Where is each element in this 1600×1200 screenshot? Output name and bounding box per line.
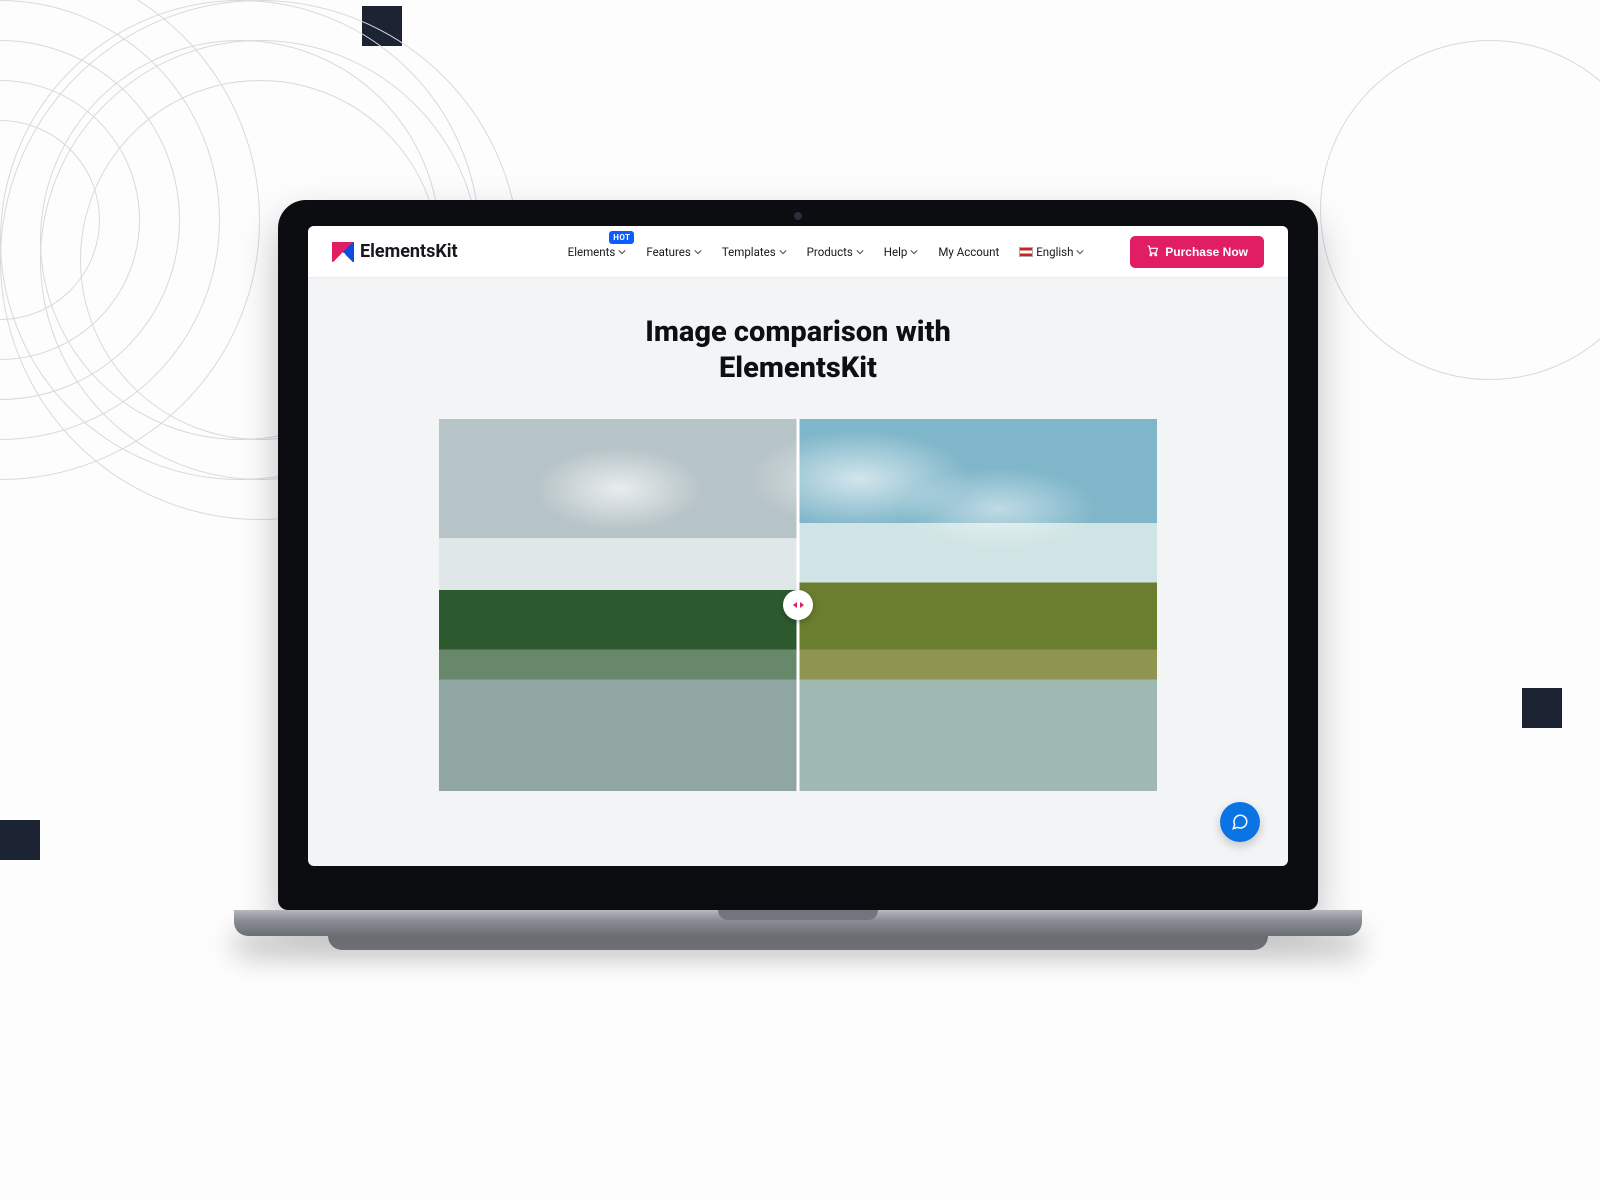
nav-elements[interactable]: Elements HOT (568, 245, 627, 259)
purchase-label: Purchase Now (1165, 245, 1248, 259)
nav-label: English (1036, 245, 1073, 259)
nav-features[interactable]: Features (646, 245, 702, 259)
chevron-down-icon (1076, 248, 1084, 256)
page-title: Image comparison with ElementsKit (645, 314, 951, 387)
main-nav: Elements HOT Features Templates Products (568, 245, 1111, 259)
nav-label: Elements (568, 245, 616, 259)
arrow-left-icon (793, 602, 797, 608)
chat-fab[interactable] (1220, 802, 1260, 842)
nav-label: Features (646, 245, 691, 259)
cart-icon (1146, 244, 1159, 260)
nav-language[interactable]: English (1019, 245, 1084, 259)
laptop-camera (794, 212, 802, 220)
brand-name: ElementsKit (360, 241, 458, 262)
chevron-down-icon (779, 248, 787, 256)
before-pane (439, 419, 798, 791)
nav-label: Products (807, 245, 853, 259)
nav-label: Help (884, 245, 908, 259)
hot-badge: HOT (609, 231, 634, 244)
image-comparison-widget[interactable] (439, 419, 1157, 791)
app-screen: ElementsKit Elements HOT Features Templa… (308, 226, 1288, 866)
arrow-right-icon (800, 602, 804, 608)
decor-circle (1320, 40, 1600, 380)
before-image (439, 419, 798, 791)
laptop-base (234, 910, 1362, 936)
us-flag-icon (1019, 247, 1033, 257)
after-image (798, 419, 1157, 791)
purchase-button[interactable]: Purchase Now (1130, 236, 1264, 268)
chevron-down-icon (618, 248, 626, 256)
nav-help[interactable]: Help (884, 245, 919, 259)
nav-label: My Account (938, 245, 999, 259)
chevron-down-icon (694, 248, 702, 256)
after-pane (798, 419, 1157, 791)
topbar: ElementsKit Elements HOT Features Templa… (308, 226, 1288, 278)
page-content: Image comparison with ElementsKit (308, 278, 1288, 866)
chevron-down-icon (910, 248, 918, 256)
decor-square (0, 820, 40, 860)
nav-templates[interactable]: Templates (722, 245, 787, 259)
nav-my-account[interactable]: My Account (938, 245, 999, 259)
laptop-feet (328, 936, 1268, 950)
comparison-drag-handle[interactable] (783, 590, 813, 620)
decor-square (1522, 688, 1562, 728)
brand-logo[interactable]: ElementsKit (332, 241, 458, 262)
nav-label: Templates (722, 245, 776, 259)
nav-products[interactable]: Products (807, 245, 864, 259)
laptop-mockup: ElementsKit Elements HOT Features Templa… (278, 200, 1318, 950)
chevron-down-icon (856, 248, 864, 256)
brand-mark-icon (332, 242, 354, 262)
